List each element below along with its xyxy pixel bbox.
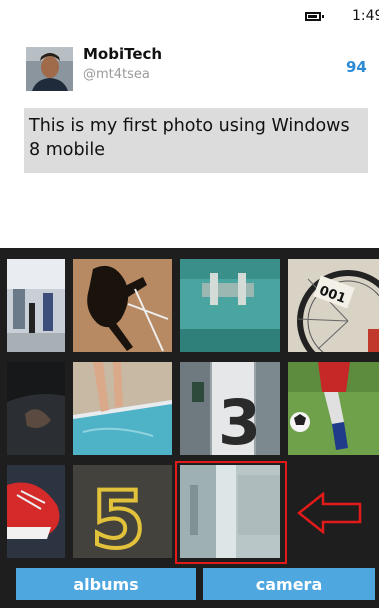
message-input[interactable]: This is my first photo using Windows 8 m… bbox=[24, 108, 368, 173]
photo-red-shoe[interactable] bbox=[7, 465, 65, 558]
photo-office-hallway[interactable] bbox=[7, 259, 65, 352]
photo-dark-swimmer[interactable] bbox=[7, 362, 65, 455]
pillar-number-label: 3 bbox=[218, 386, 261, 455]
status-bar: 1:49 bbox=[0, 0, 379, 34]
photo-pool-legs[interactable] bbox=[73, 362, 172, 455]
photo-soccer-player[interactable] bbox=[288, 362, 379, 455]
albums-button[interactable]: albums bbox=[16, 568, 196, 600]
character-count: 94 bbox=[346, 58, 367, 76]
battery-icon bbox=[305, 12, 324, 21]
photo-number-5-pavement[interactable]: 5 bbox=[73, 465, 172, 558]
photo-pillar-number-3[interactable]: 3 bbox=[180, 362, 280, 455]
avatar bbox=[26, 47, 73, 91]
pavement-number-label: 5 bbox=[91, 476, 145, 558]
photo-hopscotch-shadow[interactable] bbox=[73, 259, 172, 352]
photo-bicycle-wheel-001[interactable]: 001 bbox=[288, 259, 379, 352]
selection-highlight bbox=[175, 461, 287, 564]
account-name: MobiTech bbox=[83, 45, 163, 63]
photo-teal-door-latch[interactable] bbox=[180, 259, 280, 352]
account-handle: @mt4tsea bbox=[83, 67, 150, 82]
arrow-left-icon bbox=[296, 491, 363, 538]
clock: 1:49 bbox=[352, 8, 379, 24]
camera-button[interactable]: camera bbox=[203, 568, 375, 600]
